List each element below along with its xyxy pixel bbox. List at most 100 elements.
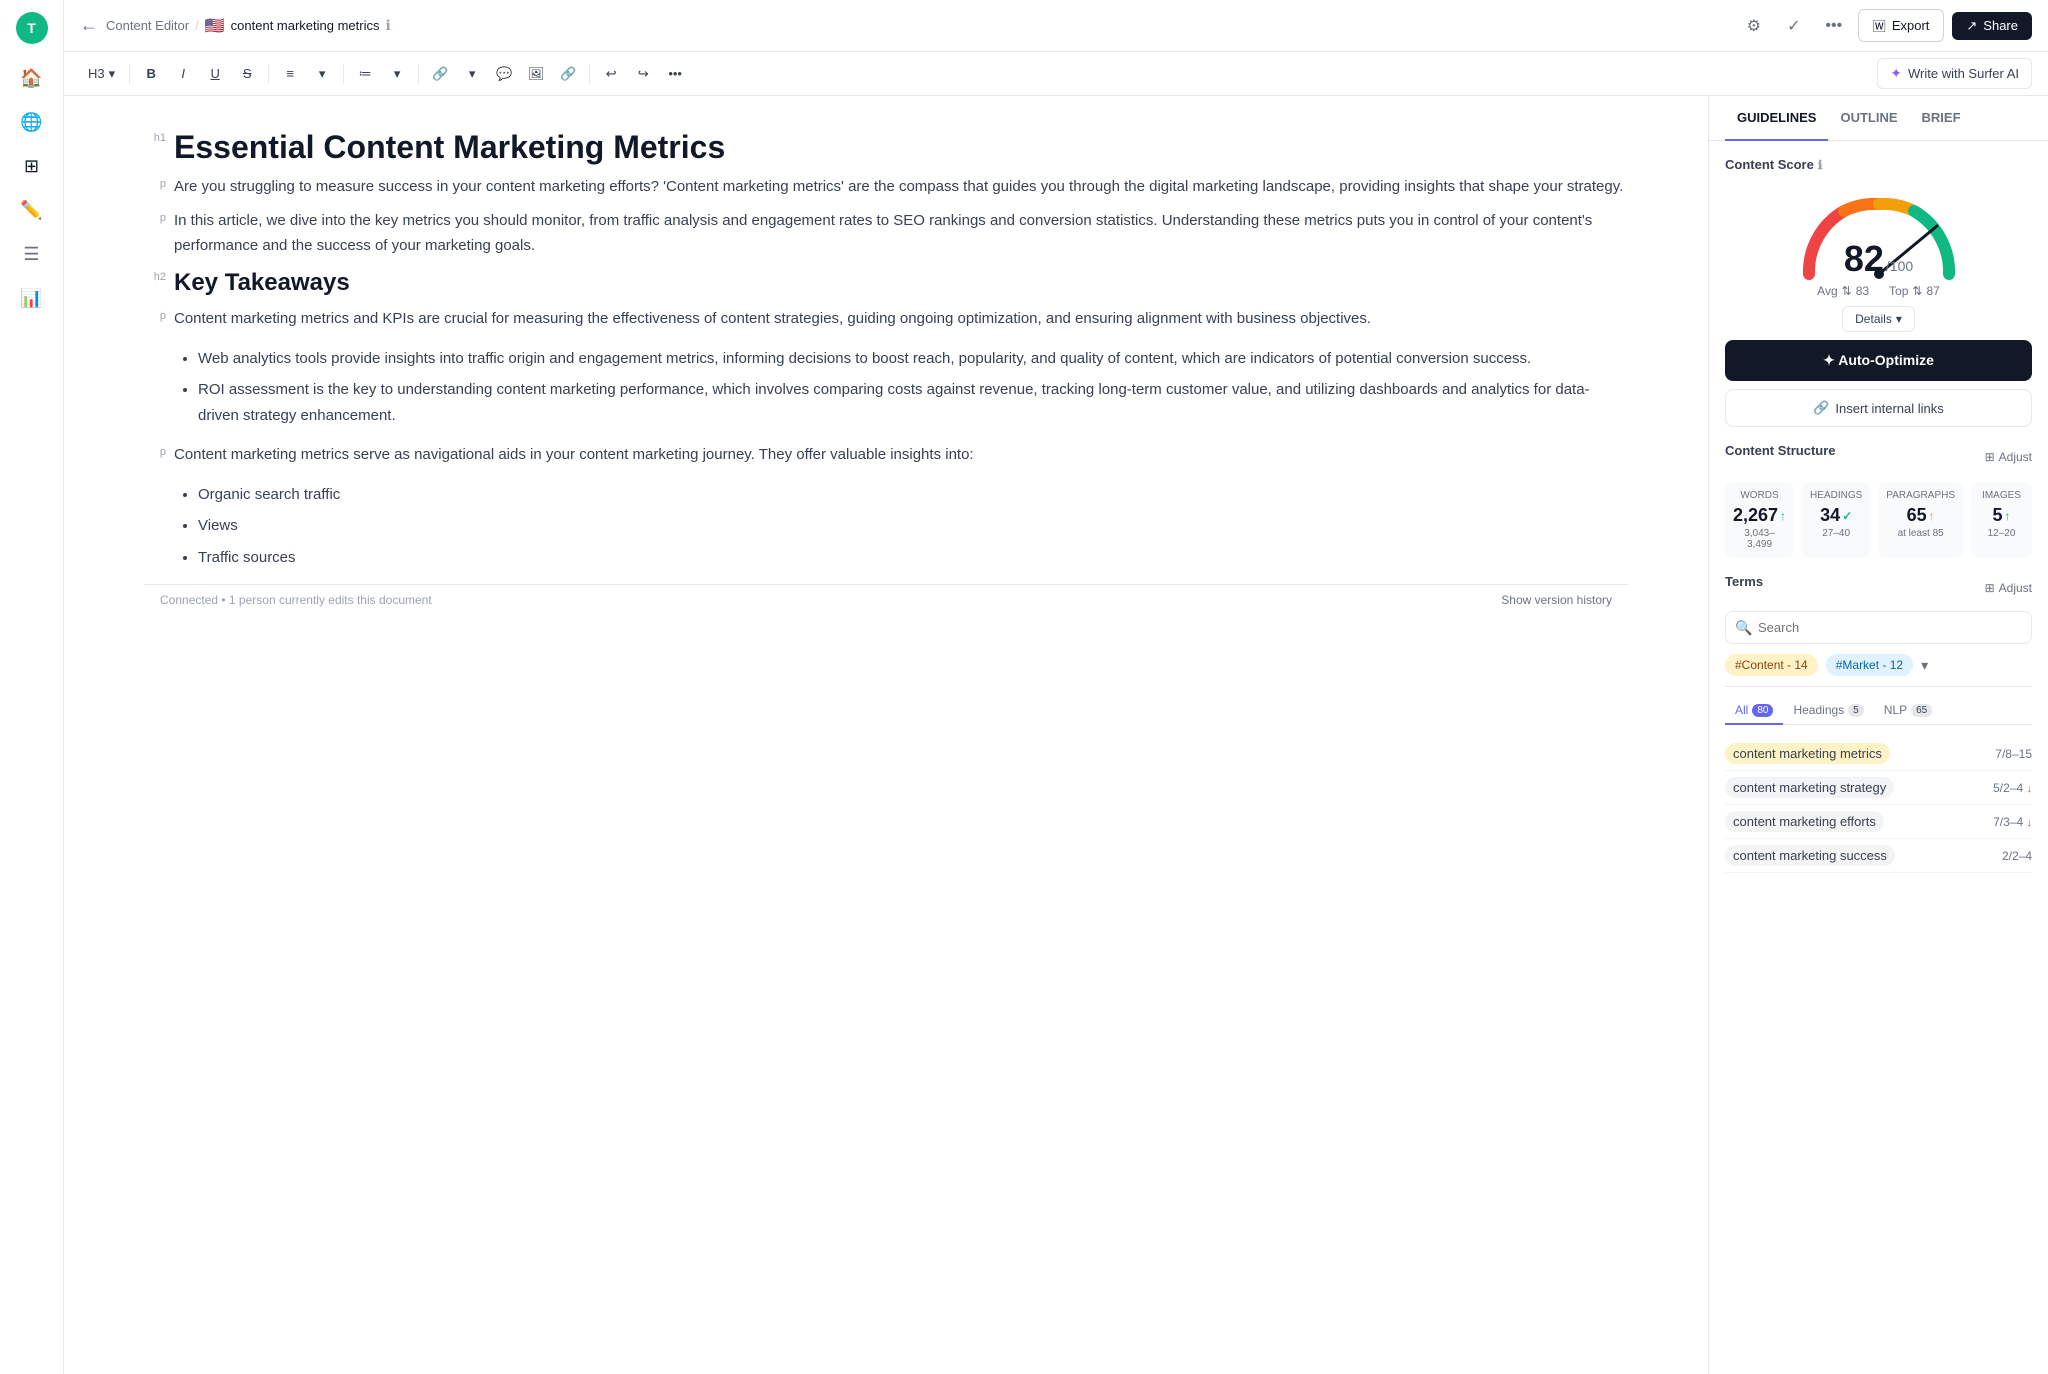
bold-button[interactable]: B <box>136 60 166 88</box>
block-label-bullets-2 <box>144 476 174 480</box>
toolbar-sep-4 <box>418 64 419 84</box>
sidebar: T 🏠 🌐 ⊞ ✏️ ☰ 📊 <box>0 0 64 1374</box>
content-score-title: Content Score ℹ <box>1725 157 2032 172</box>
filter-tabs: All 80 Headings 5 NLP 65 <box>1725 697 2032 725</box>
comment-button[interactable]: 💬 <box>489 60 519 88</box>
show-version-history[interactable]: Show version history <box>1501 593 1612 607</box>
filter-tab-nlp[interactable]: NLP 65 <box>1874 697 1942 725</box>
italic-button[interactable]: I <box>168 60 198 88</box>
breadcrumb: Content Editor / 🇺🇸 content marketing me… <box>106 16 391 36</box>
sidebar-icon-grid[interactable]: ⊞ <box>14 148 50 184</box>
bullet-item-5[interactable]: Traffic sources <box>198 545 1628 571</box>
search-input-wrap: 🔍 <box>1725 611 2032 644</box>
main-area: ← Content Editor / 🇺🇸 content marketing … <box>64 0 2048 1374</box>
block-label-p3: p <box>144 306 174 322</box>
term-range-4: 2/2–4 <box>2002 849 2032 863</box>
sidebar-icon-globe[interactable]: 🌐 <box>14 104 50 140</box>
bullet-item-2[interactable]: ROI assessment is the key to understandi… <box>198 377 1628 428</box>
term-row-3: content marketing efforts 7/3–4 ↓ <box>1725 805 2032 839</box>
score-max: /100 <box>1886 258 1913 274</box>
tag-content[interactable]: #Content - 14 <box>1725 654 1818 676</box>
tab-brief[interactable]: BRIEF <box>1910 96 1973 141</box>
filter-tab-headings[interactable]: Headings 5 <box>1783 697 1873 725</box>
editor-para-3[interactable]: Content marketing metrics and KPIs are c… <box>174 306 1628 332</box>
avg-icon: ⇅ <box>1842 284 1852 298</box>
term-range-1: 7/8–15 <box>1995 747 2032 761</box>
details-button[interactable]: Details ▾ <box>1842 306 1915 332</box>
embed-button[interactable]: 🔗 <box>553 60 583 88</box>
term-row-1: content marketing metrics 7/8–15 <box>1725 737 2032 771</box>
term-name-2[interactable]: content marketing strategy <box>1725 777 1894 798</box>
more-button[interactable]: ••• <box>1818 10 1850 42</box>
sidebar-icon-home[interactable]: 🏠 <box>14 60 50 96</box>
editor-area[interactable]: h1 Essential Content Marketing Metrics p… <box>64 96 1708 1374</box>
align-chevron[interactable]: ▾ <box>307 60 337 88</box>
undo-button[interactable]: ↩ <box>596 60 626 88</box>
metric-images: IMAGES 5 ↑ 12–20 <box>1971 482 2032 558</box>
block-label-p2: p <box>144 208 174 224</box>
tags-chevron-button[interactable]: ▾ <box>1921 657 1928 674</box>
back-button[interactable]: ← <box>80 15 98 36</box>
write-with-surfer-button[interactable]: ✦ Write with Surfer AI <box>1877 58 2032 89</box>
topbar: ← Content Editor / 🇺🇸 content marketing … <box>64 0 2048 52</box>
tab-guidelines[interactable]: GUIDELINES <box>1725 96 1828 141</box>
tag-market[interactable]: #Market - 12 <box>1826 654 1913 676</box>
link-chevron[interactable]: ▾ <box>457 60 487 88</box>
gauge-meta: Avg ⇅ 83 Top ⇅ 87 <box>1817 284 1940 298</box>
redo-button[interactable]: ↪ <box>628 60 658 88</box>
share-button[interactable]: ↗ Share <box>1952 12 2032 40</box>
bullet-item-4[interactable]: Views <box>198 513 1628 539</box>
editor-para-4[interactable]: Content marketing metrics serve as navig… <box>174 442 1628 468</box>
sidebar-icon-edit[interactable]: ✏️ <box>14 192 50 228</box>
right-panel: GUIDELINES OUTLINE BRIEF Content Score ℹ <box>1708 96 2048 1374</box>
internal-links-button[interactable]: 🔗 Insert internal links <box>1725 389 2032 427</box>
terms-search-input[interactable] <box>1725 611 2032 644</box>
terms-adjust-button[interactable]: ⊞ Adjust <box>1985 581 2032 595</box>
editor-para-1[interactable]: Are you struggling to measure success in… <box>174 174 1628 200</box>
bullet-item-1[interactable]: Web analytics tools provide insights int… <box>198 346 1628 372</box>
structure-adjust-button[interactable]: ⊞ Adjust <box>1985 450 2032 464</box>
heading-selector[interactable]: H3 ▾ <box>80 62 123 86</box>
editor-heading-2[interactable]: Key Takeaways <box>174 267 1628 298</box>
wordpress-icon: 🅆 <box>1873 16 1886 35</box>
term-name-1[interactable]: content marketing metrics <box>1725 743 1890 764</box>
info-icon[interactable]: ℹ <box>386 17 391 34</box>
tab-outline[interactable]: OUTLINE <box>1828 96 1909 141</box>
breadcrumb-parent[interactable]: Content Editor <box>106 18 189 33</box>
all-count: 80 <box>1752 704 1773 717</box>
editor-para-2[interactable]: In this article, we dive into the key me… <box>174 208 1628 259</box>
top-icon: ⇅ <box>1912 284 1922 298</box>
list-button[interactable]: ≔ <box>350 60 380 88</box>
panel-tabs: GUIDELINES OUTLINE BRIEF <box>1709 96 2048 141</box>
check-button[interactable]: ✓ <box>1778 10 1810 42</box>
term-name-4[interactable]: content marketing success <box>1725 845 1895 866</box>
gauge-container: 82 /100 Avg ⇅ 83 Top <box>1725 184 2032 332</box>
underline-button[interactable]: U <box>200 60 230 88</box>
sidebar-icon-chart[interactable]: 📊 <box>14 280 50 316</box>
export-button[interactable]: 🅆 Export <box>1858 9 1945 42</box>
align-button[interactable]: ≡ <box>275 60 305 88</box>
settings-button[interactable]: ⚙ <box>1738 10 1770 42</box>
avatar[interactable]: T <box>16 12 48 44</box>
sidebar-icon-list[interactable]: ☰ <box>14 236 50 272</box>
images-arrow-up: ↑ <box>2005 509 2011 523</box>
link-button[interactable]: 🔗 <box>425 60 455 88</box>
strikethrough-button[interactable]: S <box>232 60 262 88</box>
list-chevron[interactable]: ▾ <box>382 60 412 88</box>
image-button[interactable]: 🖼 <box>521 60 551 88</box>
bullet-item-3[interactable]: Organic search traffic <box>198 482 1628 508</box>
editor-heading-1[interactable]: Essential Content Marketing Metrics <box>174 128 1628 166</box>
nlp-count: 65 <box>1911 704 1932 717</box>
more-toolbar-button[interactable]: ••• <box>660 60 690 88</box>
filter-tab-all[interactable]: All 80 <box>1725 697 1783 725</box>
term-name-3[interactable]: content marketing efforts <box>1725 811 1884 832</box>
top-label: Top <box>1889 284 1908 298</box>
score-value: 82 <box>1844 238 1884 280</box>
tags-row: #Content - 14 #Market - 12 ▾ <box>1725 654 2032 687</box>
content-score-info-icon[interactable]: ℹ <box>1818 158 1823 172</box>
auto-optimize-button[interactable]: ✦ Auto-Optimize <box>1725 340 2032 381</box>
block-p3: p Content marketing metrics and KPIs are… <box>144 306 1628 332</box>
toolbar-sep-1 <box>129 64 130 84</box>
terms-adjust-icon: ⊞ <box>1985 581 1995 595</box>
version-status: Connected • 1 person currently edits thi… <box>160 593 432 607</box>
